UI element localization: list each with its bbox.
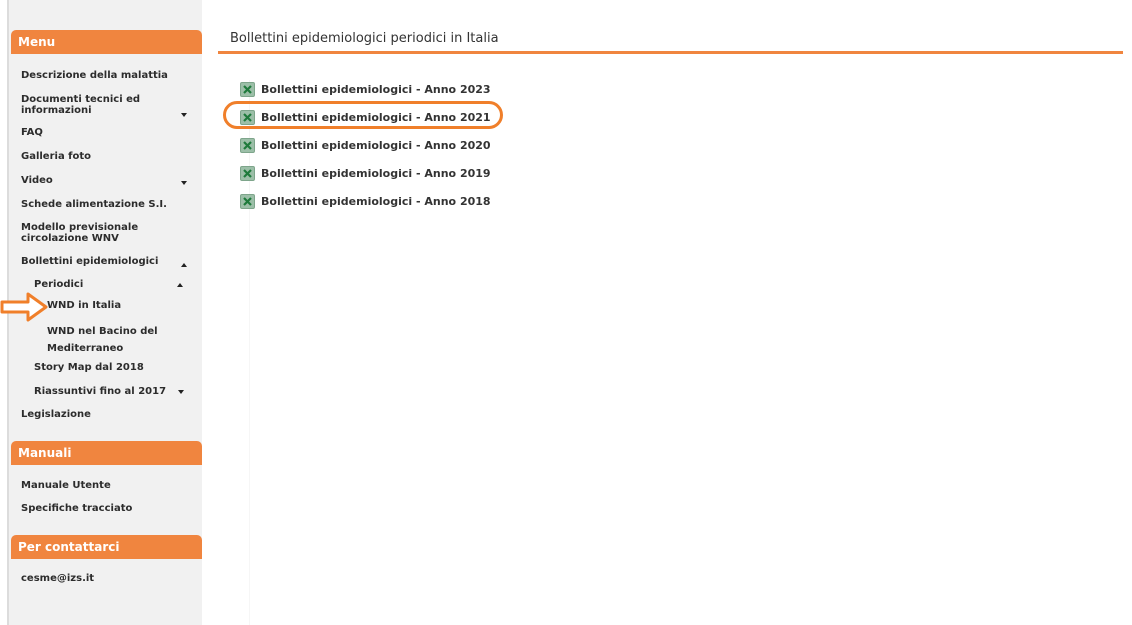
sidebar-item-wnd-italia[interactable]: WND in Italia bbox=[47, 300, 187, 311]
contact-email-link[interactable]: cesme@izs.it bbox=[21, 573, 191, 584]
bulletin-label: Bollettini epidemiologici - Anno 2020 bbox=[261, 138, 491, 152]
bulletin-label: Bollettini epidemiologici - Anno 2018 bbox=[261, 194, 491, 208]
sidebar-item-label: FAQ bbox=[21, 127, 43, 138]
sidebar-item-label: WND nel Bacino del bbox=[47, 326, 158, 337]
highlight-oval-annotation bbox=[223, 101, 503, 129]
sidebar-item-label: Descrizione della malattia bbox=[21, 70, 168, 81]
sidebar-item-label: Modello previsionale bbox=[21, 222, 139, 233]
contatti-header: Per contattarci bbox=[11, 535, 202, 559]
sidebar-item-riassuntivi[interactable]: Riassuntivi fino al 2017 bbox=[34, 386, 194, 397]
caret-up-icon bbox=[181, 263, 187, 267]
content-divider bbox=[249, 80, 250, 625]
sidebar-item-manuale-utente[interactable]: Manuale Utente bbox=[21, 480, 191, 491]
bulletin-label: Bollettini epidemiologici - Anno 2023 bbox=[261, 82, 491, 96]
sidebar-item-label: WND in Italia bbox=[47, 300, 122, 311]
sidebar-item-documenti[interactable]: Documenti tecnici ed informazioni bbox=[21, 94, 191, 117]
sidebar-item-galleria[interactable]: Galleria foto bbox=[21, 151, 191, 162]
sidebar-item-label: cesme@izs.it bbox=[21, 573, 95, 584]
sidebar-item-specifiche[interactable]: Specifiche tracciato bbox=[21, 503, 191, 514]
bulletin-link-2020[interactable]: Bollettini epidemiologici - Anno 2020 bbox=[240, 137, 491, 153]
excel-file-icon bbox=[240, 165, 255, 181]
sidebar-item-story-map[interactable]: Story Map dal 2018 bbox=[34, 362, 191, 373]
sidebar-item-label: circolazione WNV bbox=[21, 233, 119, 244]
sidebar-item-label: Video bbox=[21, 175, 53, 186]
sidebar-item-schede[interactable]: Schede alimentazione S.I. bbox=[21, 199, 191, 210]
caret-down-icon bbox=[181, 181, 187, 185]
sidebar-item-label: Documenti tecnici ed bbox=[21, 94, 141, 105]
menu-header: Menu bbox=[11, 30, 202, 54]
bulletin-link-2018[interactable]: Bollettini epidemiologici - Anno 2018 bbox=[240, 193, 491, 209]
sidebar-item-wnd-mediterraneo[interactable]: WND nel Bacino del Mediterraneo bbox=[47, 323, 187, 357]
sidebar-item-label: informazioni bbox=[21, 105, 92, 116]
sidebar-item-label: Manuale Utente bbox=[21, 480, 111, 491]
sidebar-item-label: Periodici bbox=[34, 279, 84, 290]
title-divider bbox=[218, 51, 1123, 54]
sidebar-item-label: Story Map dal 2018 bbox=[34, 362, 144, 373]
sidebar-item-label: Mediterraneo bbox=[47, 343, 124, 354]
sidebar-item-faq[interactable]: FAQ bbox=[21, 127, 191, 138]
bulletin-link-2023[interactable]: Bollettini epidemiologici - Anno 2023 bbox=[240, 81, 491, 97]
sidebar-item-descrizione[interactable]: Descrizione della malattia bbox=[21, 70, 191, 81]
sidebar-item-bollettini[interactable]: Bollettini epidemiologici bbox=[21, 256, 191, 267]
excel-file-icon bbox=[240, 81, 255, 97]
sidebar-item-label: Specifiche tracciato bbox=[21, 503, 133, 514]
sidebar-item-legislazione[interactable]: Legislazione bbox=[21, 409, 191, 420]
sidebar-item-label: Galleria foto bbox=[21, 151, 92, 162]
bulletin-link-2019[interactable]: Bollettini epidemiologici - Anno 2019 bbox=[240, 165, 491, 181]
excel-file-icon bbox=[240, 193, 255, 209]
arrow-right-icon bbox=[0, 292, 48, 322]
caret-down-icon bbox=[181, 113, 187, 117]
excel-file-icon bbox=[240, 137, 255, 153]
sidebar-item-label: Bollettini epidemiologici bbox=[21, 256, 159, 267]
sidebar-item-label: Legislazione bbox=[21, 409, 91, 420]
sidebar-item-video[interactable]: Video bbox=[21, 175, 191, 186]
page-title: Bollettini epidemiologici periodici in I… bbox=[230, 31, 499, 46]
caret-up-icon bbox=[177, 283, 183, 287]
sidebar-item-modello[interactable]: Modello previsionale circolazione WNV bbox=[21, 222, 191, 244]
manuali-header: Manuali bbox=[11, 441, 202, 465]
caret-down-icon bbox=[178, 390, 184, 394]
sidebar-item-label: Riassuntivi fino al 2017 bbox=[34, 386, 167, 397]
bulletin-label: Bollettini epidemiologici - Anno 2019 bbox=[261, 166, 491, 180]
sidebar-item-label: Schede alimentazione S.I. bbox=[21, 199, 167, 210]
sidebar-item-periodici[interactable]: Periodici bbox=[34, 279, 191, 290]
